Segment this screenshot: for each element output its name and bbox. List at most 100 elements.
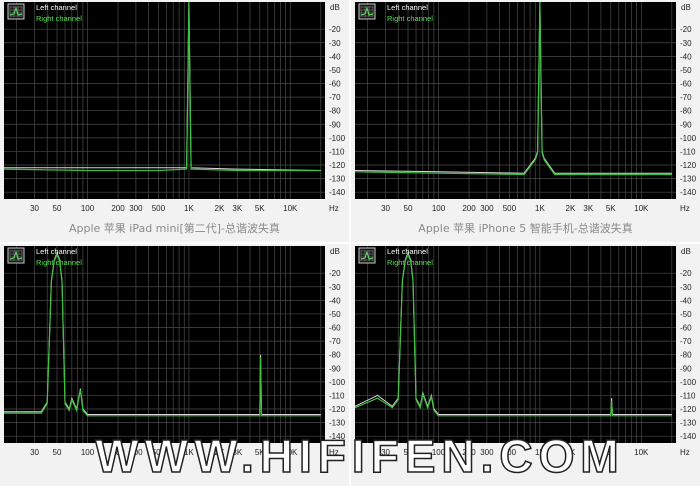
- y-tick-label: -70: [329, 93, 341, 102]
- y-tick-label: -120: [680, 405, 697, 414]
- x-tick-label: 30: [381, 204, 390, 213]
- x-tick-label: 5K: [606, 204, 616, 213]
- y-tick-label: -50: [680, 66, 692, 75]
- x-tick-label: 3K: [232, 204, 242, 213]
- y-tick-label: -30: [329, 283, 341, 292]
- y-unit-label: dB: [681, 247, 691, 256]
- y-tick-label: -110: [680, 147, 696, 156]
- x-tick-label: 200: [111, 204, 125, 213]
- y-tick-label: -130: [329, 419, 346, 428]
- x-tick-label: 5K: [255, 204, 265, 213]
- y-unit-label: dB: [330, 247, 340, 256]
- x-tick-label: 30: [30, 204, 39, 213]
- y-tick-label: -90: [329, 364, 341, 373]
- spectrum-icon: [358, 247, 376, 264]
- y-tick-label: -130: [680, 175, 697, 184]
- y-tick-label: -40: [680, 296, 692, 305]
- watermark: WWW.HIFIFEN.COM: [95, 429, 624, 483]
- y-tick-label: -60: [680, 324, 692, 333]
- y-tick-label: -120: [329, 161, 346, 170]
- x-unit-label: Hz: [680, 204, 690, 213]
- y-tick-label: -50: [680, 310, 692, 319]
- y-tick-label: -70: [680, 93, 692, 102]
- y-tick-label: -60: [680, 80, 692, 89]
- y-tick-label: -100: [680, 378, 697, 387]
- legend-left-channel: Left channel: [387, 247, 428, 256]
- y-tick-label: -100: [329, 378, 346, 387]
- y-tick-label: -110: [329, 391, 345, 400]
- y-tick-label: -90: [680, 364, 692, 373]
- y-tick-label: -20: [329, 269, 341, 278]
- x-tick-label: 50: [53, 204, 62, 213]
- x-tick-label: 2K: [215, 204, 225, 213]
- y-tick-label: -40: [329, 296, 341, 305]
- y-unit-label: dB: [330, 3, 340, 12]
- legend-left-channel: Left channel: [36, 3, 77, 12]
- y-tick-label: -50: [329, 66, 341, 75]
- x-tick-label: 10K: [634, 204, 649, 213]
- y-tick-label: -120: [680, 161, 697, 170]
- y-tick-label: -120: [329, 405, 346, 414]
- y-tick-label: -30: [329, 39, 341, 48]
- legend-left-channel: Left channel: [387, 3, 428, 12]
- x-tick-label: 1K: [184, 204, 194, 213]
- x-tick-label: 300: [129, 204, 143, 213]
- y-tick-label: -60: [329, 80, 341, 89]
- y-tick-label: -80: [680, 351, 692, 360]
- legend-right-channel: Right channel: [387, 14, 433, 23]
- watermark-text: WWW.HIFIFEN.COM: [95, 430, 624, 482]
- y-tick-label: -30: [680, 283, 692, 292]
- y-tick-label: -30: [680, 39, 692, 48]
- x-tick-label: 1K: [535, 204, 545, 213]
- chart-panel-1: -20 -30 -40 -50 -60 -70 -80 -90 -100 -110 -120 -130…: [0, 0, 349, 242]
- y-unit-label: dB: [681, 3, 691, 12]
- chart-svg: -20 -30 -40 -50 -60 -70 -80 -90 -100 -110 -120 -130…: [354, 246, 697, 457]
- y-tick-label: -130: [329, 175, 346, 184]
- plot-area: [355, 2, 676, 199]
- y-tick-label: -100: [329, 134, 346, 143]
- y-tick-label: -50: [329, 310, 341, 319]
- legend-right-channel: Right channel: [36, 258, 82, 267]
- spectrum-icon: [7, 3, 25, 20]
- y-tick-label: -20: [329, 25, 341, 34]
- y-tick-label: -40: [329, 52, 341, 61]
- x-tick-label: 200: [462, 204, 476, 213]
- y-tick-label: -90: [329, 120, 341, 129]
- x-tick-label: 3K: [583, 204, 593, 213]
- x-tick-label: 100: [432, 204, 446, 213]
- y-tick-label: -140: [329, 188, 346, 197]
- x-tick-label: 300: [480, 204, 494, 213]
- y-tick-label: -20: [680, 25, 692, 34]
- legend-right-channel: Right channel: [387, 258, 433, 267]
- y-tick-label: -70: [329, 337, 341, 346]
- x-tick-label: 100: [81, 204, 95, 213]
- x-unit-label: Hz: [329, 204, 339, 213]
- y-tick-label: -140: [680, 188, 697, 197]
- y-tick-label: -110: [680, 391, 696, 400]
- chart-svg: -20 -30 -40 -50 -60 -70 -80 -90 -100 -110 -120 -130…: [4, 246, 346, 457]
- x-tick-label: 10K: [283, 204, 298, 213]
- chart-caption-2: Apple 苹果 iPhone 5 智能手机-总谐波失真: [418, 222, 633, 235]
- x-tick-label: 500: [503, 204, 517, 213]
- chart-panel-2: -20 -30 -40 -50 -60 -70 -80 -90 -100 -110 -120 -130…: [351, 0, 700, 242]
- y-tick-label: -60: [329, 324, 341, 333]
- x-tick-label: 50: [404, 204, 413, 213]
- spectrum-icon: [358, 3, 376, 20]
- spectrum-icon: [7, 247, 25, 264]
- y-tick-label: -130: [680, 419, 697, 428]
- legend-right-channel: Right channel: [36, 14, 82, 23]
- y-tick-label: -110: [329, 147, 345, 156]
- chart-caption-1: Apple 苹果 iPad mini[第二代]-总谐波失真: [68, 222, 281, 235]
- y-tick-label: -80: [329, 107, 341, 116]
- x-tick-label: 500: [152, 204, 166, 213]
- y-tick-label: -90: [680, 120, 692, 129]
- chart-svg: -20 -30 -40 -50 -60 -70 -80 -90 -100 -110 -120 -130…: [354, 1, 697, 213]
- y-tick-label: -40: [680, 52, 692, 61]
- y-tick-label: -80: [329, 351, 341, 360]
- chart-svg: -20 -30 -40 -50 -60 -70 -80 -90 -100 -110 -120 -130…: [3, 1, 346, 213]
- y-tick-label: -70: [680, 337, 692, 346]
- legend-left-channel: Left channel: [36, 247, 77, 256]
- y-tick-label: -100: [680, 134, 697, 143]
- y-tick-label: -80: [680, 107, 692, 116]
- y-tick-label: -20: [680, 269, 692, 278]
